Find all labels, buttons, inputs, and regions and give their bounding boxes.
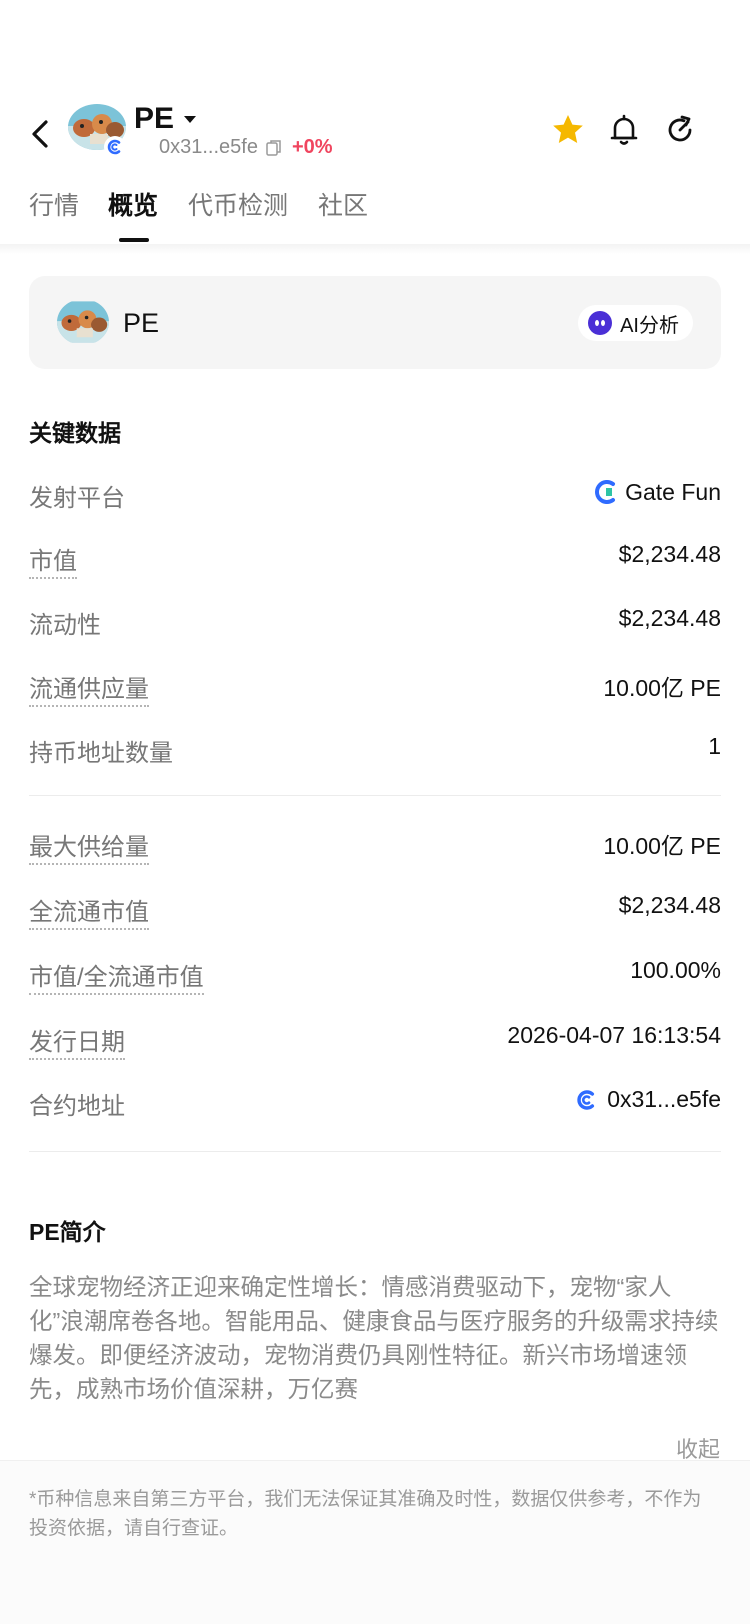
- row-launch-platform: 发射平台 Gate Fun: [29, 474, 721, 514]
- row-label[interactable]: 市值: [29, 541, 77, 579]
- row-contract-address: 合约地址 0x31...e5fe: [29, 1082, 721, 1122]
- row-max-supply: 最大供给量 10.00亿 PE: [29, 823, 721, 865]
- row-label[interactable]: 最大供给量: [29, 827, 149, 865]
- row-label[interactable]: 发行日期: [29, 1022, 125, 1060]
- active-tab-indicator: [119, 238, 149, 242]
- tab-community[interactable]: 社区: [318, 186, 368, 222]
- back-arrow-icon[interactable]: [26, 114, 58, 154]
- price-change: +0%: [291, 136, 333, 158]
- robot-icon: [588, 311, 613, 335]
- header-divider: [0, 244, 750, 254]
- chain-icon: [577, 1089, 595, 1110]
- row-mc-fdv-ratio: 市值/全流通市值 100.00%: [29, 953, 721, 995]
- key-data-title: 关键数据: [29, 420, 121, 446]
- intro-title: PE简介: [29, 1219, 106, 1245]
- divider: [29, 1151, 721, 1152]
- launch-platform-link[interactable]: Gate Fun: [593, 478, 721, 506]
- ai-analysis-button[interactable]: AI分析: [578, 305, 693, 341]
- token-header: PE 0x31...e5fe +0%: [0, 96, 750, 176]
- tab-bar: 行情 概览 代币检测 社区: [0, 186, 750, 246]
- row-label: 流动性: [29, 612, 101, 639]
- row-market-cap: 市值 $2,234.48: [29, 537, 721, 579]
- row-liquidity: 流动性 $2,234.48: [29, 601, 721, 641]
- row-label[interactable]: 全流通市值: [29, 892, 149, 930]
- token-switcher[interactable]: PE: [134, 102, 197, 136]
- tab-market[interactable]: 行情: [29, 186, 79, 222]
- row-label: 发射平台: [29, 485, 125, 512]
- token-symbol: PE: [134, 102, 175, 135]
- card-token-symbol: PE: [123, 308, 160, 338]
- row-value: 1: [708, 733, 721, 759]
- row-label[interactable]: 市值/全流通市值: [29, 957, 204, 995]
- row-holders: 持币地址数量 1: [29, 729, 721, 769]
- gate-fun-logo-icon: [595, 480, 616, 504]
- row-value: 10.00亿 PE: [603, 675, 721, 701]
- row-label: 持币地址数量: [29, 740, 173, 767]
- bell-icon[interactable]: [606, 112, 642, 148]
- copy-icon[interactable]: [266, 139, 282, 157]
- row-value: 2026-04-07 16:13:54: [507, 1022, 721, 1048]
- row-value: 0x31...e5fe: [607, 1086, 721, 1112]
- divider: [29, 795, 721, 796]
- ai-analysis-label: AI分析: [620, 314, 679, 337]
- contract-address-link[interactable]: 0x31...e5fe: [575, 1086, 721, 1113]
- refresh-icon[interactable]: [662, 112, 698, 148]
- row-label[interactable]: 流通供应量: [29, 669, 149, 707]
- row-value: $2,234.48: [618, 541, 721, 567]
- token-avatar: [57, 299, 109, 345]
- tab-overview[interactable]: 概览: [108, 186, 158, 222]
- row-launch-date: 发行日期 2026-04-07 16:13:54: [29, 1018, 721, 1060]
- row-value: 100.00%: [630, 957, 721, 983]
- row-label: 合约地址: [29, 1093, 125, 1120]
- row-value: 10.00亿 PE: [603, 833, 721, 859]
- chain-icon: [104, 136, 126, 158]
- row-value: Gate Fun: [625, 478, 721, 505]
- row-value: $2,234.48: [618, 605, 721, 631]
- disclaimer-text: *币种信息来自第三方平台，我们无法保证其准确及时性，数据仅供参考，不作为投资依据…: [29, 1489, 702, 1539]
- row-circulating-supply: 流通供应量 10.00亿 PE: [29, 665, 721, 707]
- disclaimer-bar: *币种信息来自第三方平台，我们无法保证其准确及时性，数据仅供参考，不作为投资依据…: [0, 1460, 750, 1624]
- intro-text: 全球宠物经济正迎来确定性增长：情感消费驱动下，宠物“家人化”浪潮席卷各地。智能用…: [29, 1274, 719, 1402]
- contract-address: 0x31...e5fe: [159, 136, 258, 158]
- tab-token-check[interactable]: 代币检测: [188, 186, 288, 222]
- caret-down-icon: [184, 115, 197, 123]
- address-line: 0x31...e5fe +0%: [159, 136, 333, 159]
- row-fdv: 全流通市值 $2,234.48: [29, 888, 721, 930]
- star-icon[interactable]: [550, 112, 586, 148]
- token-card: PE AI分析: [29, 276, 721, 369]
- row-value: $2,234.48: [618, 892, 721, 918]
